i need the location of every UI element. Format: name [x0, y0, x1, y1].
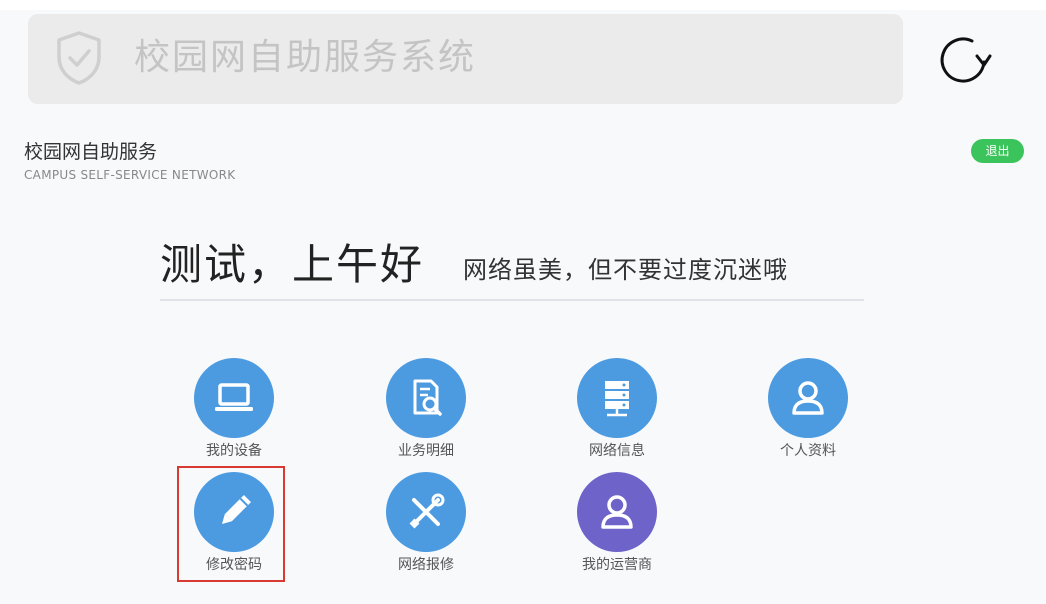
server-icon	[605, 381, 629, 417]
tile-circle	[194, 358, 274, 438]
main-panel	[0, 120, 1046, 604]
tile-label: 我的设备	[206, 443, 262, 459]
tools-icon	[409, 493, 445, 529]
tile-label: 业务明细	[398, 443, 454, 459]
tile-label: 我的运营商	[582, 557, 652, 573]
tile-circle	[768, 358, 848, 438]
brand-subtitle: CAMPUS SELF-SERVICE NETWORK	[24, 168, 236, 182]
divider	[160, 299, 864, 301]
shield-icon	[57, 31, 101, 85]
tile-network-repair[interactable]: 网络报修	[376, 472, 476, 582]
document-search-icon	[413, 379, 442, 416]
brand-name: 校园网自助服务	[24, 141, 158, 163]
tile-network-info[interactable]: 网络信息	[567, 358, 667, 468]
motto: 网络虽美，但不要过度沉迷哦	[463, 256, 788, 284]
tile-business-details[interactable]: 业务明细	[376, 358, 476, 468]
tile-my-devices[interactable]: 我的设备	[184, 358, 284, 468]
greeting: 测试，上午好	[160, 240, 425, 289]
tile-label: 网络报修	[398, 557, 454, 573]
tile-personal-profile[interactable]: 个人资料	[758, 358, 858, 468]
tile-circle	[386, 358, 466, 438]
top-strip	[0, 0, 1046, 10]
tile-label: 网络信息	[589, 443, 645, 459]
app-title: 校园网自助服务系统	[134, 37, 477, 78]
highlight-box	[177, 466, 285, 582]
tile-circle	[577, 472, 657, 552]
tile-circle	[386, 472, 466, 552]
reload-icon[interactable]	[934, 32, 992, 90]
tile-label: 个人资料	[780, 443, 836, 459]
tile-circle	[577, 358, 657, 438]
logout-button[interactable]: 退出	[971, 139, 1024, 163]
user-icon	[601, 495, 633, 529]
laptop-icon	[215, 383, 253, 411]
tile-my-operator[interactable]: 我的运营商	[567, 472, 667, 582]
user-icon	[792, 381, 824, 415]
